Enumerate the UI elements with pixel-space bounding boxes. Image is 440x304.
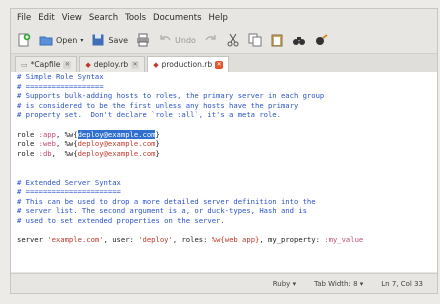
code-line: # is considered to be the first unless a… [17, 100, 299, 110]
code-line: # Extended Server Syntax [17, 177, 121, 187]
code-text: } [155, 139, 160, 149]
menu-edit[interactable]: Edit [38, 13, 54, 23]
code-line: # Supports bulk-adding hosts to roles, t… [17, 91, 325, 101]
language-label: Ruby [272, 279, 291, 288]
keyword: role [17, 148, 39, 158]
menu-help[interactable]: Help [209, 13, 228, 23]
status-bar: Ruby ▾ Tab Width: 8 ▾ Ln 7, Col 33 [11, 273, 437, 293]
undo-icon [158, 33, 172, 47]
undo-label: Undo [175, 35, 196, 45]
menu-file[interactable]: File [17, 13, 31, 23]
save-label: Save [108, 35, 129, 45]
replace-icon[interactable] [314, 33, 328, 47]
menu-view[interactable]: View [62, 13, 82, 23]
tab-label: *Capfile [30, 60, 61, 69]
code-line: # property set. Don't declare `role :all… [17, 110, 281, 120]
new-document-icon[interactable] [17, 33, 31, 47]
code-text: , my_property: [259, 235, 325, 245]
tab-capfile[interactable]: ▭ *Capfile ✕ [15, 56, 78, 72]
code-line: # This can be used to drop a more detail… [17, 196, 316, 206]
string: deploy@example.com [77, 148, 156, 158]
tab-width-selector[interactable]: Tab Width: 8 ▾ [314, 280, 363, 288]
code-line: # ================== [17, 81, 104, 91]
menu-documents[interactable]: Documents [153, 13, 201, 23]
code-line-role-web: role :web, %w{deploy@example.com} [11, 139, 437, 149]
menu-search[interactable]: Search [89, 13, 118, 23]
find-icon[interactable] [292, 33, 306, 47]
code-line: # used to set extended properties on the… [17, 215, 225, 225]
close-icon[interactable]: ✕ [215, 60, 224, 69]
symbol: :app [38, 129, 56, 139]
print-icon[interactable] [136, 33, 150, 47]
chevron-down-icon[interactable]: ▾ [80, 37, 83, 44]
string: 'example.com' [47, 235, 104, 245]
code-text: , %w{ [51, 148, 78, 158]
tab-production[interactable]: ◆ production.rb ✕ [147, 56, 230, 72]
string: deploy@example.com [77, 139, 156, 149]
language-selector[interactable]: Ruby ▾ [273, 280, 296, 288]
document-icon: ▭ [21, 60, 28, 69]
cut-icon[interactable] [226, 33, 240, 47]
chevron-down-icon: ▾ [359, 279, 364, 288]
keyword: role [17, 129, 39, 139]
code-text: } [155, 148, 160, 158]
symbol: :db [38, 148, 52, 158]
ruby-file-icon: ◆ [153, 60, 159, 69]
close-icon[interactable]: ✕ [63, 60, 72, 69]
code-line: # ====================== [17, 187, 121, 197]
paste-icon[interactable] [270, 33, 284, 47]
menu-bar: File Edit View Search Tools Documents He… [11, 9, 437, 27]
ruby-file-icon: ◆ [85, 60, 91, 69]
code-line-role-app: role :app, %w{deploy@example.com} [11, 129, 437, 140]
code-text: } [155, 129, 160, 139]
symbol: :my_value [324, 235, 364, 245]
chevron-down-icon: ▾ [292, 279, 297, 288]
string: %w{web app} [211, 235, 260, 245]
document-tabs: ▭ *Capfile ✕ ◆ deploy.rb ✕ ◆ production.… [11, 54, 437, 73]
keyword: server [17, 235, 48, 245]
tab-label: deploy.rb [93, 60, 129, 69]
cursor-position: Ln 7, Col 33 [381, 279, 423, 288]
close-icon[interactable]: ✕ [131, 60, 140, 69]
code-editor[interactable]: # Simple Role Syntax # =================… [11, 72, 437, 272]
menu-tools[interactable]: Tools [125, 13, 146, 23]
undo-button[interactable]: Undo [158, 33, 196, 47]
code-line-role-db: role :db, %w{deploy@example.com} [11, 149, 437, 159]
open-button[interactable]: Open ▾ [39, 33, 83, 47]
save-button[interactable]: Save [91, 33, 128, 47]
code-line-server: server 'example.com', user: 'deploy', ro… [11, 235, 437, 245]
code-line: # Simple Role Syntax [17, 72, 104, 81]
code-text: , %w{ [55, 129, 78, 139]
copy-icon[interactable] [248, 33, 262, 47]
string: 'deploy' [138, 235, 173, 245]
redo-icon[interactable] [204, 33, 218, 47]
tab-width-label: Tab Width: 8 [314, 279, 358, 288]
code-text: , %w{ [55, 139, 78, 149]
toolbar: Open ▾ Save Undo [11, 27, 437, 54]
keyword: role [17, 139, 39, 149]
editor-window: File Edit View Search Tools Documents He… [10, 8, 438, 294]
code-text: , roles: [172, 235, 212, 245]
code-line: # server list. The second argument is a,… [17, 206, 307, 216]
open-label: Open [56, 35, 78, 45]
tab-label: production.rb [161, 60, 213, 69]
selected-text: deploy@example.com [77, 129, 156, 139]
code-text: , user: [103, 235, 139, 245]
floppy-icon [91, 33, 105, 47]
folder-icon [39, 33, 53, 47]
tab-deploy[interactable]: ◆ deploy.rb ✕ [79, 56, 146, 72]
symbol: :web [38, 139, 56, 149]
